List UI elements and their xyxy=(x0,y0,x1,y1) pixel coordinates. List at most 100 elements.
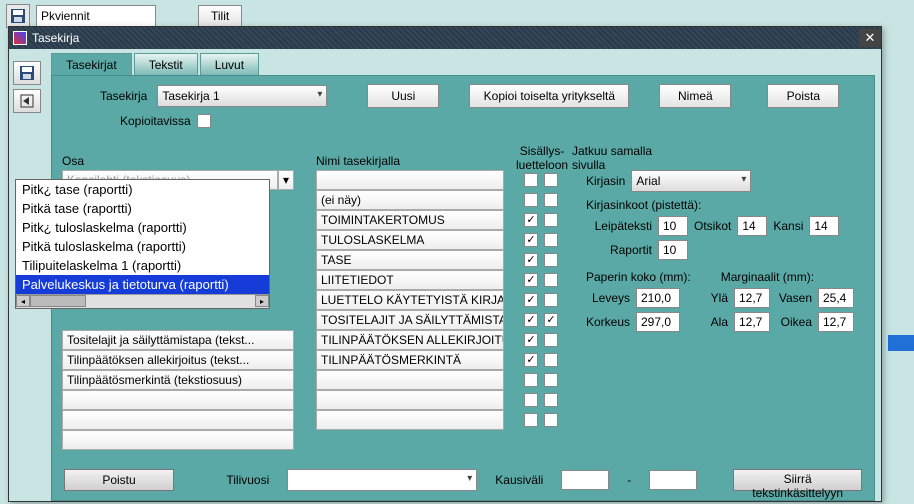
osa-dropdown-btn[interactable]: ▾ xyxy=(278,170,294,190)
kopioi-button[interactable]: Kopioi toiselta yritykseltä xyxy=(469,84,629,108)
tasekirja-select[interactable]: Tasekirja 1 xyxy=(157,85,327,107)
sisallys-checkbox[interactable] xyxy=(524,313,538,327)
sisallys-checkbox[interactable] xyxy=(524,393,538,407)
bottom-bar: Poistu Tilivuosi Kausiväli - Siirrä teks… xyxy=(52,460,874,500)
jatkuu-checkbox[interactable] xyxy=(544,173,558,187)
scroll-thumb[interactable] xyxy=(30,295,86,307)
sisallys-checkbox[interactable] xyxy=(524,233,538,247)
otsikot-input[interactable] xyxy=(737,216,767,236)
kausi-to[interactable] xyxy=(649,470,697,490)
nimi-item[interactable]: LIITETIEDOT xyxy=(316,270,504,290)
osa-item-9[interactable]: Tilinpäätösmerkintä (tekstiosuus) xyxy=(62,370,294,390)
kansi-input[interactable] xyxy=(809,216,839,236)
kopioitavissa-checkbox[interactable] xyxy=(197,114,211,128)
nimi-item[interactable]: (ei näy) xyxy=(316,190,504,210)
jatkuu-checkbox[interactable] xyxy=(544,313,558,327)
osa-item-7[interactable]: Tositelajit ja säilyttämistapa (tekst... xyxy=(62,330,294,350)
outer-combo-text: Pkviennit xyxy=(41,9,90,23)
tab-tekstit[interactable]: Tekstit xyxy=(134,53,198,77)
sisallys-checkbox[interactable] xyxy=(524,293,538,307)
nimi-item[interactable]: TULOSLASKELMA xyxy=(316,230,504,250)
nimi-item[interactable]: TASE xyxy=(316,250,504,270)
kopioitavissa-label: Kopioitavissa xyxy=(120,114,191,128)
sisallys-checkbox[interactable] xyxy=(524,413,538,427)
jatkuu-checkbox[interactable] xyxy=(544,293,558,307)
tab-tasekirjat[interactable]: Tasekirjat xyxy=(51,53,132,77)
yla-input[interactable] xyxy=(734,288,770,308)
siirra-button[interactable]: Siirrä tekstinkäsittelyyn xyxy=(733,469,862,491)
kausi-sep: - xyxy=(627,473,631,487)
popup-scrollbar[interactable]: ◂ ▸ xyxy=(16,294,269,308)
nimi-item[interactable]: TOIMINTAKERTOMUS xyxy=(316,210,504,230)
col-nimi: Nimi tasekirjalla xyxy=(316,154,400,168)
sisallys-checkbox[interactable] xyxy=(524,253,538,267)
osa-item-10[interactable] xyxy=(62,390,294,410)
sisallys-checkbox[interactable] xyxy=(524,213,538,227)
nimi-item[interactable] xyxy=(316,410,504,430)
nimi-item[interactable] xyxy=(316,390,504,410)
jatkuu-checkbox[interactable] xyxy=(544,353,558,367)
popup-item[interactable]: Pitk¿ tuloslaskelma (raportti) xyxy=(16,218,269,237)
jatkuu-checkbox[interactable] xyxy=(544,373,558,387)
tab-luvut[interactable]: Luvut xyxy=(200,53,259,77)
osa-item-8[interactable]: Tilinpäätöksen allekirjoitus (tekst... xyxy=(62,350,294,370)
nimi-item[interactable]: TILINPÄÄTÖSMERKINTÄ xyxy=(316,350,504,370)
kausi-from[interactable] xyxy=(561,470,609,490)
popup-item[interactable]: Palvelukeskus ja tietoturva (raportti) xyxy=(16,275,269,294)
outer-combo[interactable]: Pkviennit xyxy=(36,5,156,27)
tasekirja-label: Tasekirja xyxy=(100,89,147,103)
jatkuu-checkbox[interactable] xyxy=(544,253,558,267)
vasen-input[interactable] xyxy=(818,288,854,308)
sisallys-checkbox[interactable] xyxy=(524,273,538,287)
poista-button[interactable]: Poista xyxy=(767,84,839,108)
tilit-button[interactable]: Tilit xyxy=(198,5,242,27)
sisallys-checkbox[interactable] xyxy=(524,373,538,387)
jatkuu-checkbox[interactable] xyxy=(544,213,558,227)
scroll-right-icon[interactable]: ▸ xyxy=(255,295,269,307)
oikea-input[interactable] xyxy=(818,312,854,332)
raportit-input[interactable] xyxy=(658,240,688,260)
nimi-item[interactable]: TILINPÄÄTÖKSEN ALLEKIRJOITUS xyxy=(316,330,504,350)
nimi-item[interactable] xyxy=(316,370,504,390)
scroll-left-icon[interactable]: ◂ xyxy=(16,295,30,307)
sisallys-checkbox[interactable] xyxy=(524,173,538,187)
ala-input[interactable] xyxy=(734,312,770,332)
close-button[interactable]: ✕ xyxy=(859,29,881,47)
sisallys-checkbox[interactable] xyxy=(524,333,538,347)
jatkuu-checkbox[interactable] xyxy=(544,233,558,247)
toolbar-back-button[interactable] xyxy=(13,89,41,113)
nimi-item[interactable]: LUETTELO KÄYTETYISTÄ KIRJANPITOKIRJOISTA xyxy=(316,290,504,310)
vasen-label: Vasen xyxy=(776,291,812,305)
floppy-icon xyxy=(10,8,26,24)
popup-item[interactable]: Pitk¿ tase (raportti) xyxy=(16,180,269,199)
sisallys-checkbox[interactable] xyxy=(524,353,538,367)
jatkuu-checkbox[interactable] xyxy=(544,413,558,427)
nimi-item[interactable]: TOSITELAJIT JA SÄILYTTÄMISTAPA xyxy=(316,310,504,330)
kirjasin-value: Arial xyxy=(636,174,660,188)
sisallys-checkbox[interactable] xyxy=(524,193,538,207)
uusi-button[interactable]: Uusi xyxy=(367,84,439,108)
tilivuosi-select[interactable] xyxy=(287,469,477,491)
outer-save-button[interactable] xyxy=(6,4,30,28)
leipateksti-label: Leipäteksti xyxy=(586,219,652,233)
jatkuu-checkbox[interactable] xyxy=(544,393,558,407)
popup-item[interactable]: Tilipuitelaskelma 1 (raportti) xyxy=(16,256,269,275)
jatkuu-checkbox[interactable] xyxy=(544,333,558,347)
popup-item[interactable]: Pitkä tuloslaskelma (raportti) xyxy=(16,237,269,256)
poistu-button[interactable]: Poistu xyxy=(64,469,174,491)
leipateksti-input[interactable] xyxy=(658,216,688,236)
osa-item-12[interactable] xyxy=(62,430,294,450)
osa-item-11[interactable] xyxy=(62,410,294,430)
kirjasin-select[interactable]: Arial xyxy=(631,170,751,192)
nimi-item[interactable] xyxy=(316,170,504,190)
otsikot-label: Otsikot xyxy=(694,219,731,233)
nimea-button[interactable]: Nimeä xyxy=(659,84,731,108)
jatkuu-checkbox[interactable] xyxy=(544,193,558,207)
toolbar-save-button[interactable] xyxy=(13,61,41,85)
korkeus-input[interactable] xyxy=(636,312,680,332)
jatkuu-checkbox[interactable] xyxy=(544,273,558,287)
kausivali-label: Kausiväli xyxy=(495,473,543,487)
leveys-input[interactable] xyxy=(636,288,680,308)
floppy-icon xyxy=(19,65,35,81)
popup-item[interactable]: Pitkä tase (raportti) xyxy=(16,199,269,218)
